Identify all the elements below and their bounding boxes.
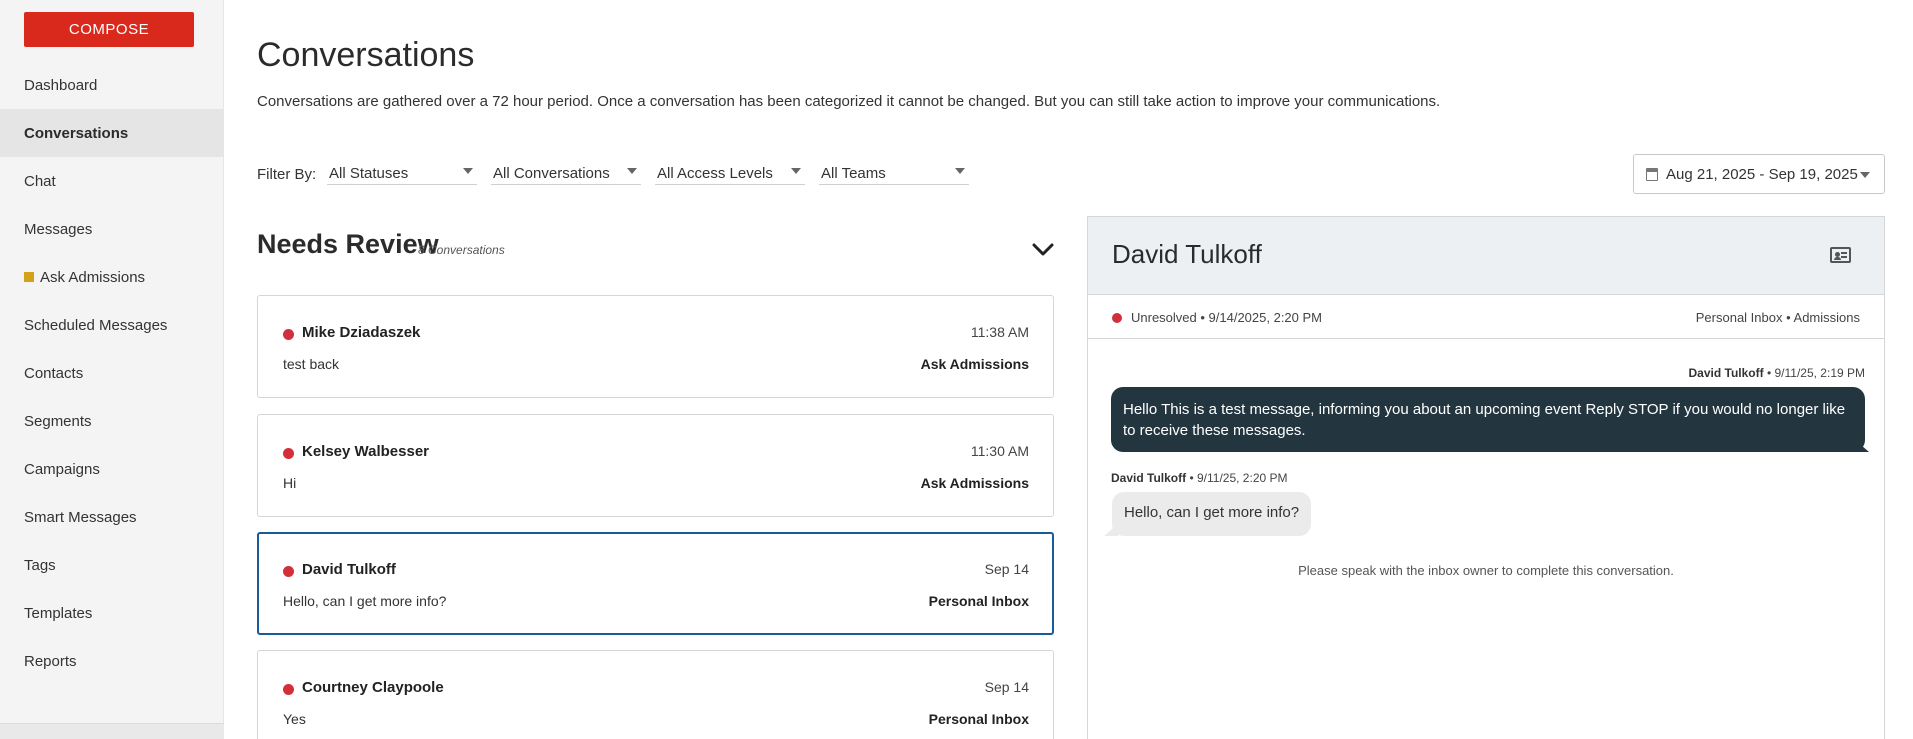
message-preview: Hi bbox=[283, 475, 297, 491]
conversation-card[interactable]: Mike Dziadaszek 11:38 AM test back Ask A… bbox=[257, 295, 1054, 398]
status-filter-select[interactable]: All Statuses bbox=[327, 160, 477, 185]
message-preview: Hello, can I get more info? bbox=[283, 593, 447, 609]
detail-header: David Tulkoff bbox=[1088, 217, 1884, 295]
access-level-filter-value: All Access Levels bbox=[657, 165, 773, 182]
sidebar-item-tags[interactable]: Tags bbox=[0, 541, 224, 589]
message-timestamp: • 9/11/25, 2:19 PM bbox=[1763, 366, 1865, 380]
completion-note: Please speak with the inbox owner to com… bbox=[1298, 563, 1674, 578]
contact-name: David Tulkoff bbox=[302, 561, 396, 578]
conversation-filter-value: All Conversations bbox=[493, 165, 610, 182]
contact-card-icon[interactable] bbox=[1830, 247, 1851, 263]
message-preview: Yes bbox=[283, 711, 306, 727]
access-level-filter-select[interactable]: All Access Levels bbox=[655, 160, 805, 185]
calendar-icon bbox=[1646, 167, 1658, 181]
inbox-name: Ask Admissions bbox=[920, 356, 1029, 372]
compose-button[interactable]: COMPOSE bbox=[24, 12, 194, 47]
status-filter-value: All Statuses bbox=[329, 165, 409, 182]
conversation-time: 11:30 AM bbox=[970, 443, 1029, 459]
team-filter-select[interactable]: All Teams bbox=[819, 160, 969, 185]
incoming-message-meta: David Tulkoff • 9/11/25, 2:20 PM bbox=[1111, 471, 1288, 485]
sidebar-item-scheduled-messages[interactable]: Scheduled Messages bbox=[0, 301, 224, 349]
page-title: Conversations bbox=[257, 36, 475, 74]
sidebar-item-contacts[interactable]: Contacts bbox=[0, 349, 224, 397]
outgoing-message-meta: David Tulkoff • 9/11/25, 2:19 PM bbox=[1689, 366, 1866, 380]
sidebar: COMPOSE Dashboard Conversations Chat Mes… bbox=[0, 0, 224, 739]
conversation-card[interactable]: Kelsey Walbesser 11:30 AM Hi Ask Admissi… bbox=[257, 414, 1054, 517]
sidebar-item-conversations[interactable]: Conversations bbox=[0, 109, 224, 157]
conversation-filter-select[interactable]: All Conversations bbox=[491, 160, 641, 185]
caret-down-icon bbox=[955, 168, 965, 174]
inbox-name: Personal Inbox bbox=[928, 593, 1029, 609]
sidebar-item-templates[interactable]: Templates bbox=[0, 589, 224, 637]
bubble-tail bbox=[1853, 438, 1869, 452]
sidebar-item-ask-admissions[interactable]: Ask Admissions bbox=[0, 253, 224, 301]
conversation-status-row: Unresolved • 9/14/2025, 2:20 PM Personal… bbox=[1088, 295, 1884, 339]
message-preview: test back bbox=[283, 356, 340, 372]
detail-contact-name: David Tulkoff bbox=[1112, 239, 1262, 269]
date-range-picker[interactable]: Aug 21, 2025 - Sep 19, 2025 bbox=[1633, 154, 1885, 194]
inbox-name: Ask Admissions bbox=[920, 475, 1029, 491]
conversation-time: Sep 14 bbox=[984, 561, 1029, 577]
message-sender: David Tulkoff bbox=[1688, 366, 1764, 380]
page-description: Conversations are gathered over a 72 hou… bbox=[257, 93, 1441, 110]
unread-dot-icon bbox=[283, 329, 294, 340]
inbox-name: Personal Inbox bbox=[928, 711, 1029, 727]
sidebar-nav: Dashboard Conversations Chat Messages As… bbox=[0, 61, 224, 685]
team-filter-value: All Teams bbox=[821, 165, 886, 182]
sidebar-item-messages[interactable]: Messages bbox=[0, 205, 224, 253]
conversation-count: 8 Conversations bbox=[418, 243, 505, 257]
sidebar-item-reports[interactable]: Reports bbox=[0, 637, 224, 685]
contact-name: Kelsey Walbesser bbox=[302, 443, 430, 460]
incoming-message-bubble: Hello, can I get more info? bbox=[1112, 492, 1312, 536]
contact-name: Courtney Claypoole bbox=[302, 679, 444, 696]
sidebar-item-segments[interactable]: Segments bbox=[0, 397, 224, 445]
unread-dot-icon bbox=[283, 684, 294, 695]
caret-down-icon bbox=[627, 168, 637, 174]
app: COMPOSE Dashboard Conversations Chat Mes… bbox=[0, 0, 1913, 739]
conversation-status: Unresolved • 9/14/2025, 2:20 PM bbox=[1131, 310, 1323, 325]
sidebar-item-chat[interactable]: Chat bbox=[0, 157, 224, 205]
section-title: Needs Review bbox=[257, 229, 439, 259]
sidebar-item-smart-messages[interactable]: Smart Messages bbox=[0, 493, 224, 541]
sidebar-item-campaigns[interactable]: Campaigns bbox=[0, 445, 224, 493]
conversation-card[interactable]: Courtney Claypoole Sep 14 Yes Personal I… bbox=[257, 650, 1054, 739]
message-timestamp: • 9/11/25, 2:20 PM bbox=[1186, 471, 1288, 485]
unread-dot-icon bbox=[283, 566, 294, 577]
sidebar-footer bbox=[0, 723, 224, 739]
filter-label: Filter By: bbox=[257, 166, 317, 183]
outgoing-message-bubble: Hello This is a test message, informing … bbox=[1111, 387, 1865, 452]
status-dot-icon bbox=[1112, 313, 1122, 323]
caret-down-icon bbox=[463, 168, 473, 174]
conversation-time: 11:38 AM bbox=[970, 324, 1029, 340]
conversation-time: Sep 14 bbox=[984, 679, 1029, 695]
sidebar-item-label: Ask Admissions bbox=[40, 268, 146, 286]
inbox-color-marker-icon bbox=[24, 272, 34, 282]
chevron-down-icon[interactable] bbox=[1031, 240, 1055, 260]
unread-dot-icon bbox=[283, 448, 294, 459]
caret-down-icon bbox=[1860, 172, 1870, 178]
contact-name: Mike Dziadaszek bbox=[302, 324, 421, 341]
message-sender: David Tulkoff bbox=[1111, 471, 1187, 485]
caret-down-icon bbox=[791, 168, 801, 174]
inbox-info: Personal Inbox • Admissions bbox=[1695, 310, 1860, 325]
sidebar-item-dashboard[interactable]: Dashboard bbox=[0, 61, 224, 109]
date-range-value: Aug 21, 2025 - Sep 19, 2025 bbox=[1666, 165, 1858, 183]
conversation-card-selected[interactable]: David Tulkoff Sep 14 Hello, can I get mo… bbox=[257, 532, 1054, 635]
